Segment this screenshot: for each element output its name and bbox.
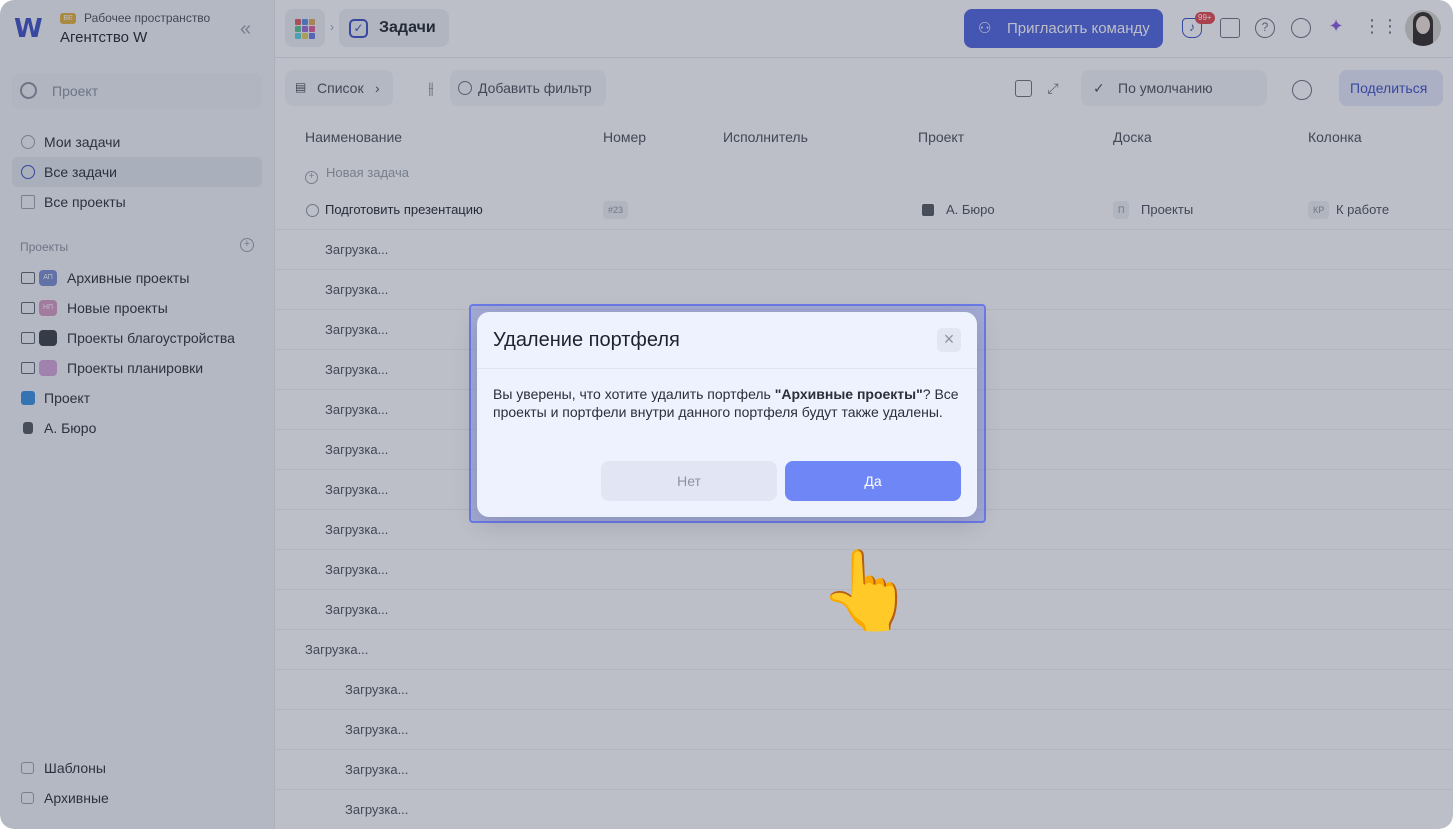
dialog-title: Удаление портфеля <box>493 329 680 351</box>
close-icon[interactable]: × <box>937 328 961 352</box>
cancel-button[interactable]: Нет <box>601 461 777 501</box>
dialog-portfolio-name: "Архивные проекты" <box>774 386 923 402</box>
confirm-button[interactable]: Да <box>785 461 961 501</box>
dialog-divider <box>477 368 977 369</box>
dialog-message: Вы уверены, что хотите удалить портфель … <box>493 385 963 421</box>
delete-portfolio-dialog: Удаление портфеля × Вы уверены, что хоти… <box>477 312 977 517</box>
pointing-hand-icon: 👆 <box>818 546 916 636</box>
app-window: W ВЕ Рабочее пространство Агентство W « … <box>0 0 1453 829</box>
dialog-message-pre: Вы уверены, что хотите удалить портфель <box>493 386 775 402</box>
